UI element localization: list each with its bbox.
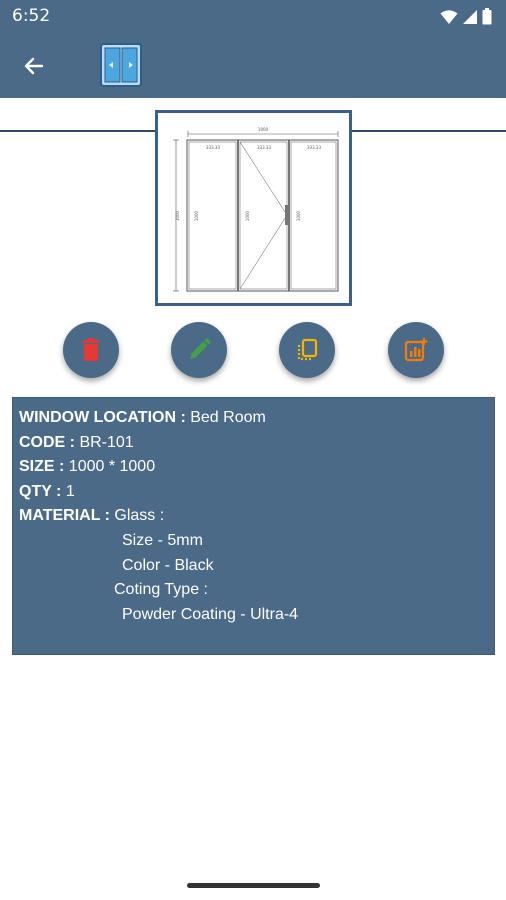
window-drawing: 1000 1000 333.33 333.33 333.33 1000 1000… xyxy=(173,127,339,292)
glass-color: Color - Black xyxy=(122,556,214,574)
overall-width-label: 1000 xyxy=(258,127,269,132)
glass-size: Size - 5mm xyxy=(122,531,203,549)
window-details-card: WINDOW LOCATION : Bed Room CODE : BR-101… xyxy=(12,397,495,655)
copy-icon xyxy=(297,338,318,361)
window-handle xyxy=(285,205,289,225)
delete-button[interactable] xyxy=(63,322,119,378)
panel-width-label: 333.33 xyxy=(307,145,321,150)
wifi-icon xyxy=(440,9,458,24)
panel-height-label: 1000 xyxy=(245,210,250,221)
panel-height-label: 1000 xyxy=(194,210,199,221)
battery-icon xyxy=(482,8,492,25)
size-value: 1000 * 1000 xyxy=(64,458,156,476)
app-bar xyxy=(0,34,506,132)
status-bar: 6:52 xyxy=(0,0,506,34)
coating-label: Coting Type : xyxy=(114,581,208,599)
back-button[interactable] xyxy=(16,48,52,84)
qty-value: 1 xyxy=(61,482,75,500)
window-preview[interactable]: 1000 1000 333.33 333.33 333.33 1000 1000… xyxy=(155,110,352,306)
qty-row: QTY : 1 xyxy=(19,480,488,505)
arrow-left-icon xyxy=(24,57,44,75)
status-icons xyxy=(440,8,492,25)
material-row: MATERIAL : Glass : xyxy=(19,504,488,529)
panel-width-label: 333.33 xyxy=(257,145,271,150)
height-label: 1000 xyxy=(175,210,180,221)
code-value: BR-101 xyxy=(75,433,134,451)
size-row: SIZE : 1000 * 1000 xyxy=(19,455,488,480)
panel-height-label: 1000 xyxy=(296,210,301,221)
copy-button[interactable] xyxy=(279,322,335,378)
status-time: 6:52 xyxy=(12,6,51,26)
code-label: CODE : xyxy=(19,433,75,451)
size-label: SIZE : xyxy=(19,458,65,476)
location-value: Bed Room xyxy=(185,409,266,426)
material-label: MATERIAL : xyxy=(19,507,110,525)
material-value: Glass : xyxy=(109,507,165,525)
location-label: WINDOW LOCATION : xyxy=(19,409,186,426)
signal-icon xyxy=(463,9,477,24)
panel-width-label: 333.33 xyxy=(206,145,220,150)
code-row: CODE : BR-101 xyxy=(19,431,488,456)
edit-button[interactable] xyxy=(171,322,227,378)
coating-value: Powder Coating - Ultra-4 xyxy=(122,605,299,623)
trash-icon xyxy=(83,338,99,361)
pencil-icon xyxy=(190,338,211,359)
location-row: WINDOW LOCATION : Bed Room xyxy=(19,406,488,431)
report-button[interactable] xyxy=(388,322,444,378)
qty-label: QTY : xyxy=(19,482,62,500)
chart-report-icon xyxy=(404,338,428,362)
gesture-nav-handle[interactable] xyxy=(187,883,320,888)
sliding-window-icon xyxy=(100,43,142,87)
action-row xyxy=(0,322,506,378)
